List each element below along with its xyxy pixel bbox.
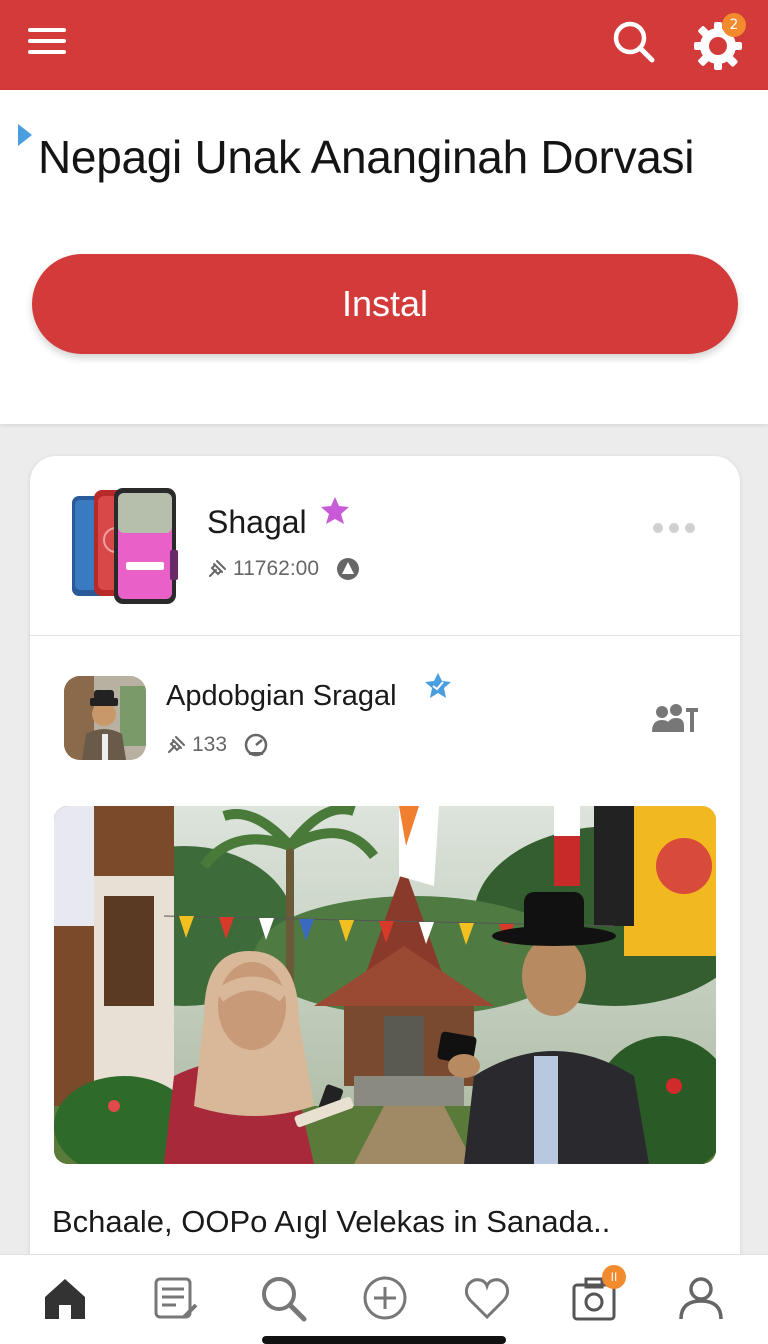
blue-triangle-marker-icon xyxy=(18,124,32,146)
nav-notes[interactable] xyxy=(150,1273,200,1323)
app-stats-value: 11762:00 xyxy=(233,557,320,580)
notification-badge: 2 xyxy=(722,13,746,37)
home-icon xyxy=(45,1279,85,1319)
post-header: Apdobgian Sragal 133 xyxy=(30,636,740,786)
nav-home[interactable] xyxy=(40,1273,90,1323)
app-name: Shagal xyxy=(207,504,307,540)
nav-camera[interactable]: II xyxy=(570,1265,626,1323)
bottom-navigation: II xyxy=(0,1254,768,1344)
cultural-scene-image xyxy=(54,806,716,1164)
nav-profile[interactable] xyxy=(676,1273,726,1323)
more-options-icon[interactable] xyxy=(650,516,698,540)
app-stats: 11762:00 xyxy=(207,556,361,582)
pin-icon xyxy=(209,560,226,577)
avatar[interactable] xyxy=(64,676,146,760)
pin-icon xyxy=(168,736,185,753)
post-author-name[interactable]: Apdobgian Sragal xyxy=(166,680,397,713)
post-stats: 133 xyxy=(166,732,269,758)
home-indicator xyxy=(262,1336,506,1344)
follow-user-icon[interactable] xyxy=(650,702,700,738)
app-header-section: Nepagi Unak Ananginah Dorvasi Instal xyxy=(0,90,768,424)
post-caption: Bchaale, OOPo Aıgl Velekas in Sanada.. xyxy=(52,1204,611,1239)
settings-gear-button[interactable]: 2 xyxy=(690,13,746,72)
nav-search[interactable] xyxy=(258,1273,308,1323)
speedometer-icon xyxy=(244,733,268,757)
purple-star-badge-icon xyxy=(321,497,349,524)
install-button[interactable]: Instal xyxy=(32,254,738,354)
search-icon[interactable] xyxy=(610,18,658,66)
heart-icon xyxy=(464,1278,510,1320)
rating-icon xyxy=(337,558,360,580)
top-app-bar: 2 xyxy=(0,0,768,90)
nav-add[interactable] xyxy=(360,1273,410,1323)
post-stats-value: 133 xyxy=(192,733,228,756)
app-post-card: Shagal 11762:00 Apdobgian Sragal 133 Bch… xyxy=(30,456,740,1316)
hamburger-menu-icon[interactable] xyxy=(26,22,70,66)
add-circle-icon xyxy=(363,1276,407,1320)
profile-icon xyxy=(679,1277,723,1320)
camera-badge: II xyxy=(602,1265,626,1289)
app-info-row[interactable]: Shagal 11762:00 xyxy=(30,456,740,636)
post-photo[interactable] xyxy=(54,806,716,1164)
phones-app-icon xyxy=(72,488,178,604)
notes-icon xyxy=(154,1277,198,1319)
nav-favorites[interactable] xyxy=(462,1273,512,1323)
search-icon xyxy=(262,1277,307,1322)
verified-badge-icon xyxy=(425,673,451,698)
page-title: Nepagi Unak Ananginah Dorvasi xyxy=(38,131,695,183)
